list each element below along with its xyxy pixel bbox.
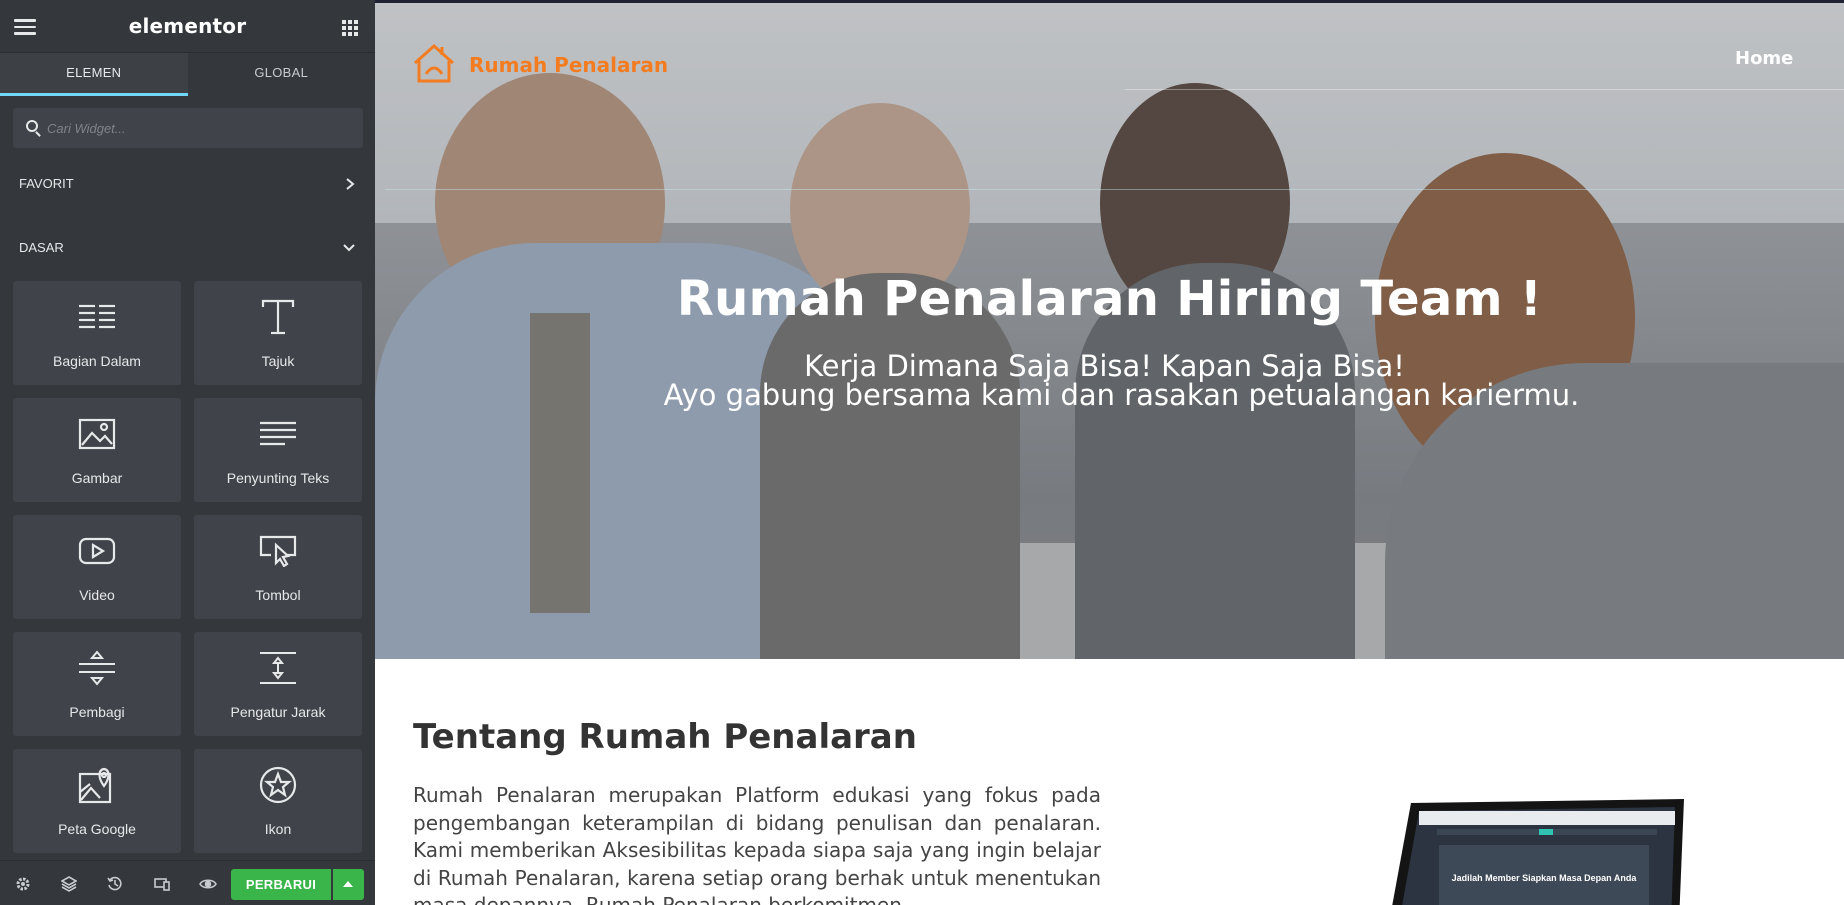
preview-icon[interactable]	[199, 875, 217, 893]
section-favorites-label: FAVORIT	[19, 176, 74, 191]
chevron-down-icon	[343, 233, 355, 274]
widget-heading[interactable]: Tajuk	[194, 281, 362, 385]
text-editor-icon	[194, 412, 362, 456]
widget-label: Pembagi	[69, 704, 125, 720]
widget-label: Bagian Dalam	[53, 353, 141, 369]
search-icon	[26, 120, 38, 132]
widget-label: Video	[79, 587, 115, 603]
widget-divider[interactable]: Pembagi	[13, 632, 181, 736]
widget-video[interactable]: Video	[13, 515, 181, 619]
widget-label: Ikon	[264, 821, 292, 837]
about-text[interactable]: Rumah Penalaran merupakan Platform eduka…	[413, 782, 1101, 905]
tab-elements[interactable]: ELEMEN	[0, 53, 188, 96]
widget-google-maps[interactable]: Peta Google	[13, 749, 181, 853]
panel-footer: PERBARUI	[0, 860, 375, 905]
spacer-icon	[194, 646, 362, 690]
widget-icon[interactable]: Ikon	[194, 749, 362, 853]
button-icon	[194, 529, 362, 573]
header-edit-outline	[385, 189, 1844, 190]
image-icon	[13, 412, 181, 456]
widget-label: Pengatur Jarak	[230, 704, 326, 720]
site-logo[interactable]: Rumah Penalaran	[411, 41, 701, 87]
nav-home-link[interactable]: Home	[1735, 48, 1793, 69]
widget-inner-section[interactable]: Bagian Dalam	[13, 281, 181, 385]
elementor-logo: elementor	[128, 14, 247, 38]
responsive-icon[interactable]	[153, 875, 171, 893]
hero-section[interactable]: Rumah Penalaran Home Rumah Penalaran Hir…	[375, 3, 1844, 659]
logo-text: Rumah Penalaran	[469, 53, 669, 77]
widget-label: Tombol	[255, 587, 301, 603]
heading-icon	[194, 295, 362, 339]
nav-divider	[1125, 89, 1844, 90]
widget-label: Tajuk	[261, 353, 295, 369]
inner-section-icon	[13, 295, 181, 339]
laptop-screen-headline: Jadilah Member Siapkan Masa Depan Anda	[1452, 873, 1638, 883]
elementor-panel: elementor ELEMEN GLOBAL FAVORIT DASAR	[0, 0, 375, 905]
divider-icon	[13, 646, 181, 690]
house-logo-icon	[413, 43, 455, 83]
google-maps-icon	[13, 763, 181, 807]
panel-tabs: ELEMEN GLOBAL	[0, 53, 375, 96]
widget-spacer[interactable]: Pengatur Jarak	[194, 632, 362, 736]
widget-text-editor[interactable]: Penyunting Teks	[194, 398, 362, 502]
about-title[interactable]: Tentang Rumah Penalaran	[413, 717, 917, 757]
laptop-screenshot-image[interactable]: Jadilah Member Siapkan Masa Depan Anda	[1379, 793, 1719, 905]
widget-label: Peta Google	[58, 821, 136, 837]
navigator-icon[interactable]	[60, 875, 78, 893]
widget-label: Penyunting Teks	[226, 470, 330, 486]
star-icon	[194, 763, 362, 807]
page-canvas: Rumah Penalaran Home Rumah Penalaran Hir…	[375, 0, 1844, 905]
widget-image[interactable]: Gambar	[13, 398, 181, 502]
hero-subtitle-line-2[interactable]: Ayo gabung bersama kami dan rasakan petu…	[387, 378, 1844, 412]
hero-title[interactable]: Rumah Penalaran Hiring Team !	[375, 271, 1844, 327]
search-input[interactable]	[47, 108, 347, 148]
widget-button[interactable]: Tombol	[194, 515, 362, 619]
settings-icon[interactable]	[14, 875, 32, 893]
video-icon	[13, 529, 181, 573]
panel-header: elementor	[0, 0, 375, 53]
tab-global[interactable]: GLOBAL	[187, 53, 375, 96]
section-basic[interactable]: DASAR	[0, 233, 375, 263]
publish-button[interactable]: PERBARUI	[231, 869, 331, 900]
widgets-grid-icon[interactable]	[342, 20, 358, 36]
publish-options-button[interactable]	[333, 869, 364, 900]
history-icon[interactable]	[106, 875, 124, 893]
section-basic-label: DASAR	[19, 240, 64, 255]
widget-label: Gambar	[71, 470, 123, 486]
chevron-right-icon	[345, 169, 355, 210]
widget-search	[13, 108, 363, 148]
section-favorites[interactable]: FAVORIT	[0, 169, 375, 199]
